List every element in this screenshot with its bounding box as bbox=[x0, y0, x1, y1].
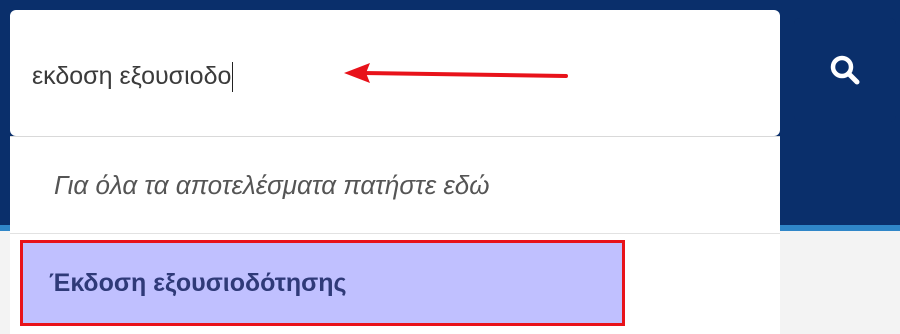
search-box: εκδοση εξουσιοδο bbox=[10, 10, 780, 136]
suggestion-item-label: Έκδοση εξουσιοδότησης bbox=[49, 269, 347, 297]
all-results-label: Για όλα τα αποτελέσματα πατήστε εδώ bbox=[54, 170, 490, 200]
text-caret bbox=[232, 62, 234, 93]
search-suggestions-dropdown: Για όλα τα αποτελέσματα πατήστε εδώ Έκδο… bbox=[10, 136, 780, 334]
search-button[interactable] bbox=[794, 18, 896, 122]
search-input-text: εκδοση εξουσιοδο bbox=[32, 62, 232, 90]
search-icon bbox=[830, 55, 860, 85]
red-arrow-icon bbox=[344, 63, 568, 83]
all-results-link[interactable]: Για όλα τα αποτελέσματα πατήστε εδώ bbox=[10, 137, 780, 234]
suggestion-item[interactable]: Έκδοση εξουσιοδότησης bbox=[20, 240, 625, 326]
